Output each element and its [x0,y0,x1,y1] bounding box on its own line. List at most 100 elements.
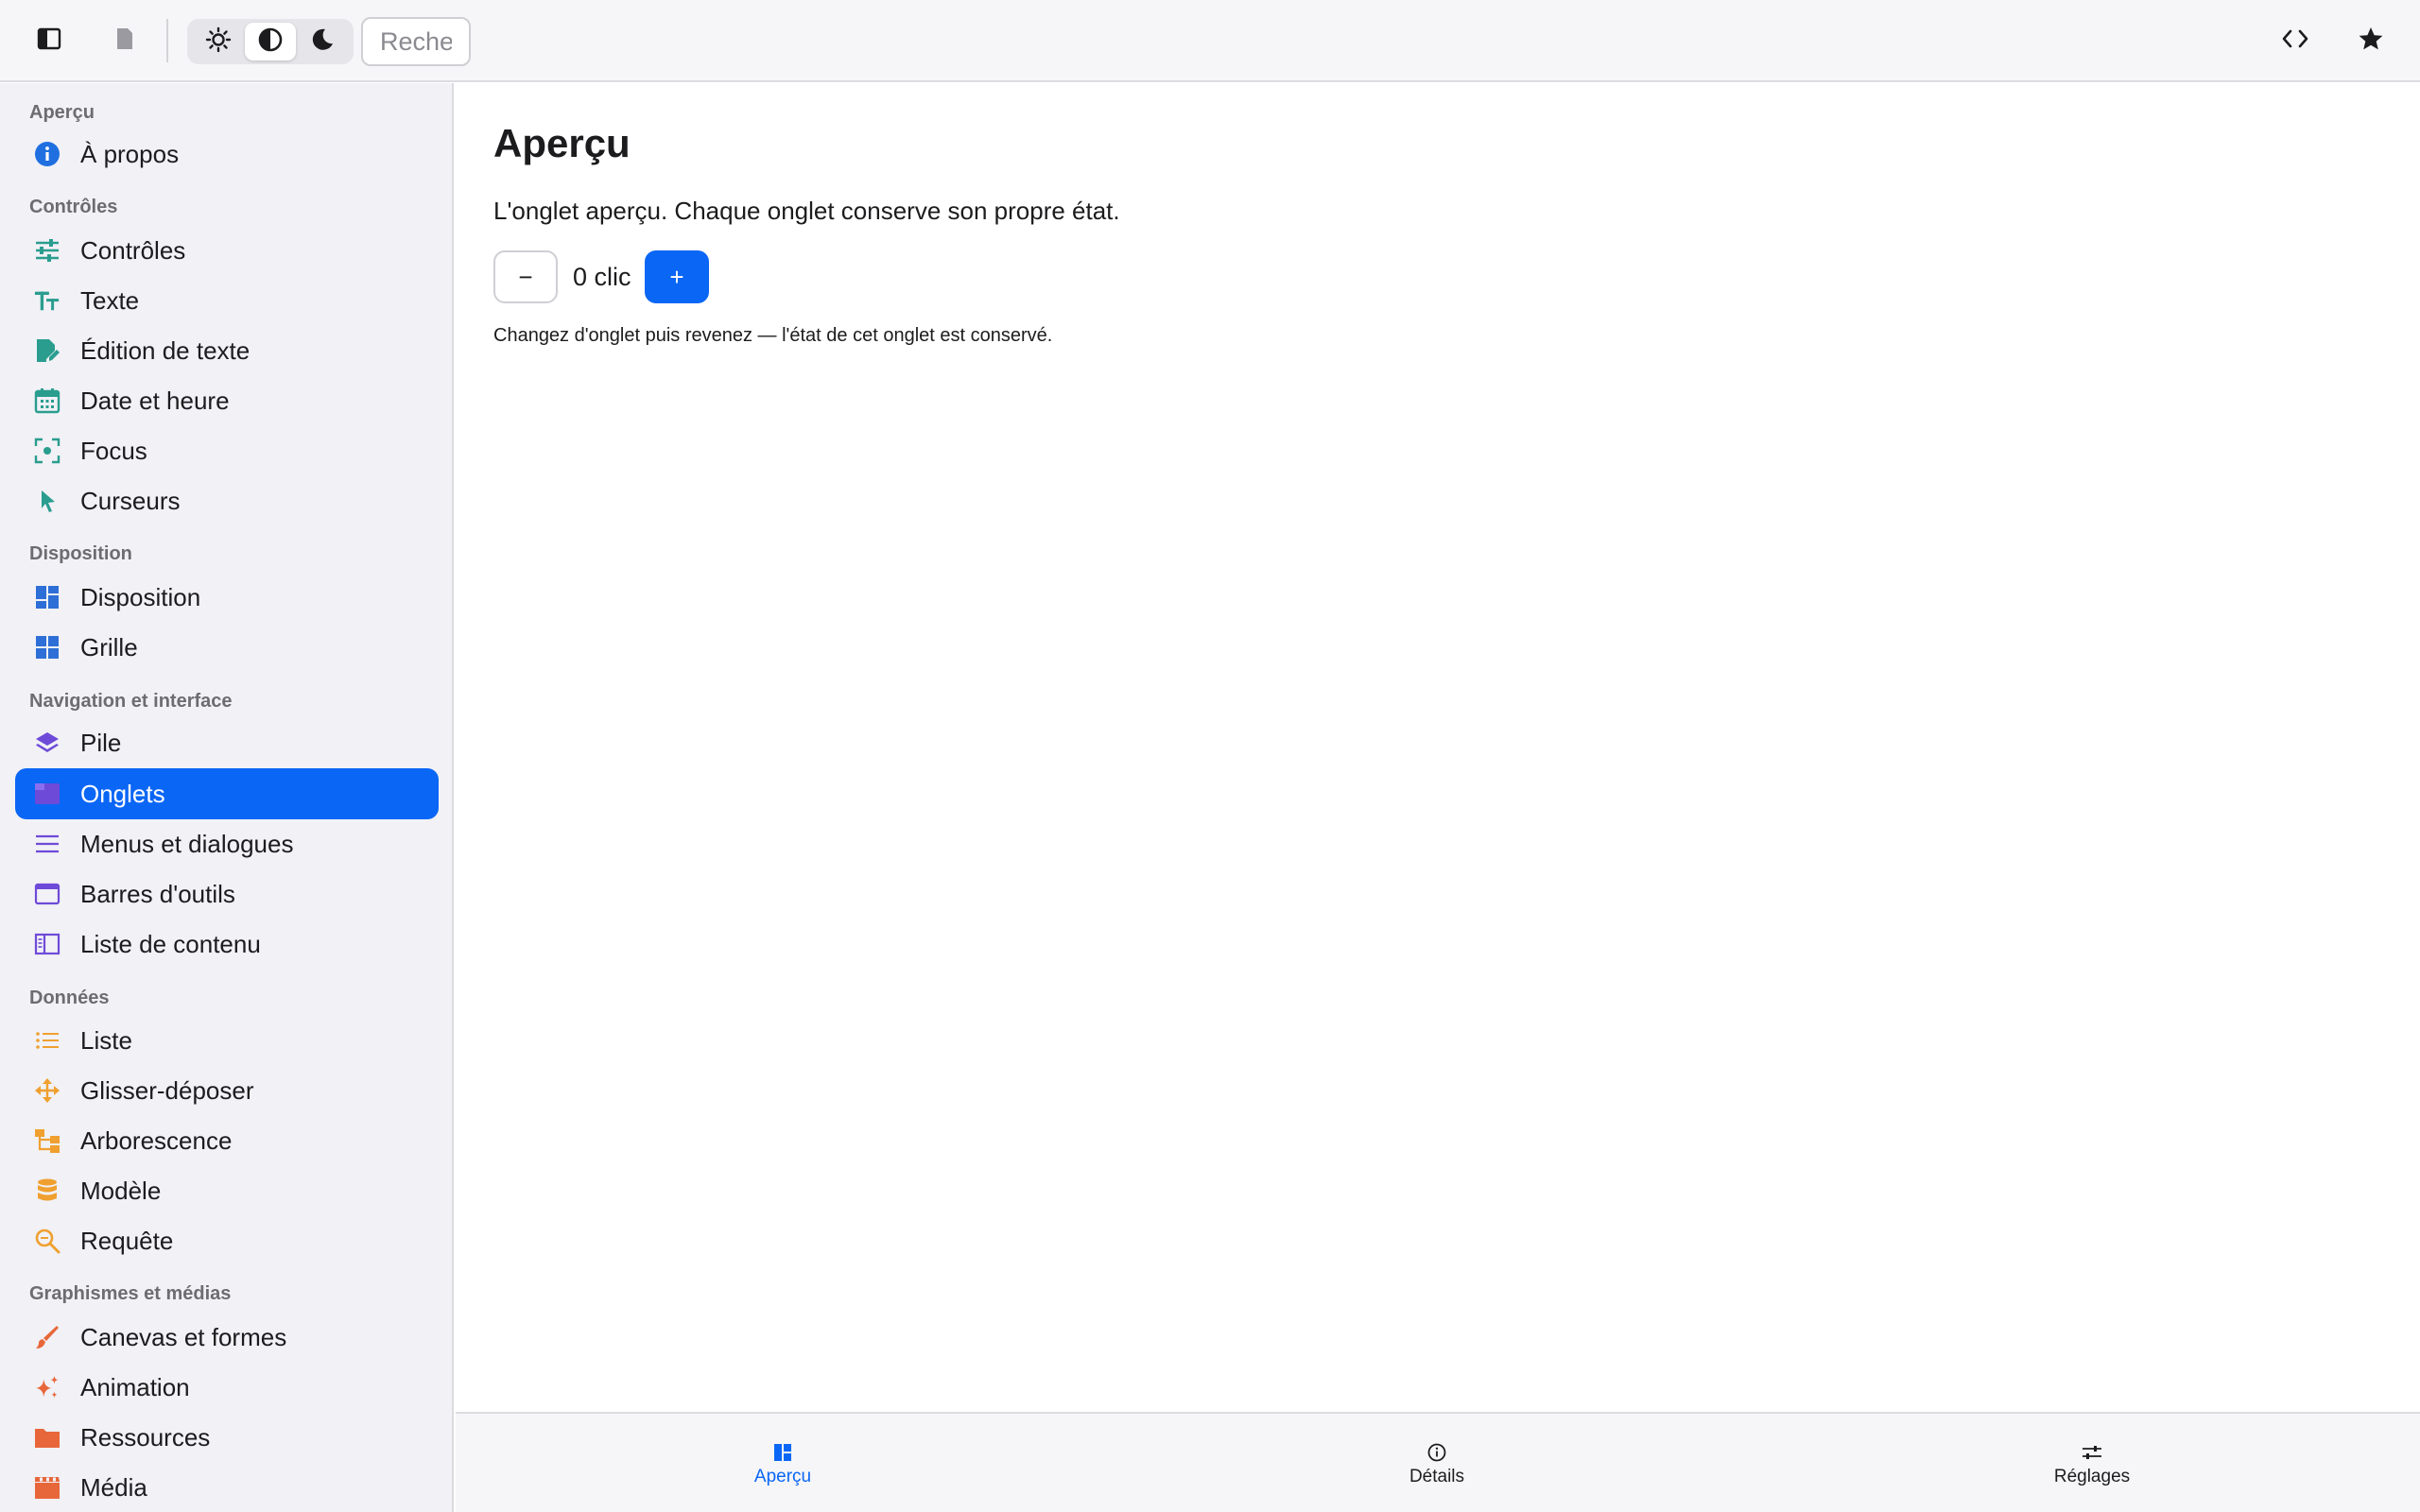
sidebar-item-label: Requête [80,1227,174,1255]
view-code-button[interactable] [2271,17,2320,64]
sparkles-icon [34,1374,60,1400]
decrement-button[interactable]: − [493,250,558,303]
sidebar-item-label: Grille [80,633,138,662]
sidebar-item-label: Curseurs [80,487,181,515]
sidebar-item-canevas-et-formes[interactable]: Canevas et formes [15,1312,439,1363]
sidebar-item-disposition[interactable]: Disposition [15,572,439,623]
sidebar-item-label: Focus [80,437,147,465]
sidebar-item-media[interactable]: Média [15,1462,439,1512]
theme-auto-option[interactable] [245,23,296,60]
sidebar-section-navigation: Navigation et interface [29,691,233,712]
sidebar-item-focus[interactable]: Focus [15,425,439,476]
film-icon [34,1474,60,1501]
sliders-icon [34,237,60,264]
tab-apercu[interactable]: Aperçu [456,1414,1110,1512]
sidebar-item-label: Liste [80,1026,132,1055]
tab-label: Réglages [2053,1467,2131,1486]
sidebar-item-liste-de-contenu[interactable]: Liste de contenu [15,919,439,970]
sidebar-item-barres-d-outils[interactable]: Barres d'outils [15,868,439,919]
sidebar-item-label: À propos [80,140,180,168]
sidebar-item-label: Ressources [80,1423,211,1452]
focus-icon [34,438,60,464]
list-icon [34,1027,60,1054]
theme-light-option[interactable] [193,23,244,60]
search-input[interactable] [361,17,471,66]
sidebar-item-grille[interactable]: Grille [15,622,439,673]
info-circle-icon [1426,1442,1447,1463]
database-icon [34,1177,60,1204]
tab-label: Aperçu [753,1467,812,1486]
toolbar-divider [166,19,168,62]
sidebar-item-animation[interactable]: Animation [15,1362,439,1413]
tab-reglages[interactable]: Réglages [1765,1414,2419,1512]
sidebar-item-curseurs[interactable]: Curseurs [15,475,439,526]
sidebar-section-donnees: Données [29,988,110,1008]
sidebar-item-label: Menus et dialogues [80,830,294,858]
sidebar-list-icon [34,931,60,957]
search-zoom-icon [34,1228,60,1254]
sidebar-toggle-button[interactable] [25,17,74,64]
sidebar-item-menus-et-dialogues[interactable]: Menus et dialogues [15,818,439,869]
sidebar-section-graphismes: Graphismes et médias [29,1283,232,1304]
sidebar-item-onglets[interactable]: Onglets [15,768,439,819]
document-button[interactable] [100,17,149,64]
sidebar-item-texte[interactable]: Texte [15,275,439,326]
sidebar-item-date-et-heure[interactable]: Date et heure [15,375,439,426]
sidebar-item-edition-de-texte[interactable]: Édition de texte [15,325,439,376]
menu-icon [34,831,60,857]
bottom-tab-bar: Aperçu Détails Réglages [456,1412,2420,1512]
sidebar-item-label: Disposition [80,583,201,611]
info-icon [34,141,60,167]
sidebar-icon [37,27,61,55]
sidebar-item-arborescence[interactable]: Arborescence [15,1115,439,1166]
layout-icon [34,584,60,610]
sidebar-item-liste[interactable]: Liste [15,1015,439,1066]
edit-document-icon [34,337,60,364]
calendar-icon [34,387,60,414]
sidebar-item-label: Canevas et formes [80,1323,287,1351]
code-icon [2281,28,2309,54]
sidebar-item-requete[interactable]: Requête [15,1215,439,1266]
settings-sliders-icon [2082,1442,2102,1463]
folder-icon [34,1424,60,1451]
tab-details[interactable]: Détails [1110,1414,1764,1512]
top-toolbar [0,0,2420,82]
sidebar-item-ressources[interactable]: Ressources [15,1412,439,1463]
sun-icon [205,26,232,58]
sidebar-item-label: Glisser-déposer [80,1076,254,1105]
sidebar-item-a-propos[interactable]: À propos [15,129,439,180]
favorite-button[interactable] [2346,17,2395,64]
sidebar-item-label: Onglets [80,780,165,808]
page-description: L'onglet aperçu. Chaque onglet conserve … [493,197,1120,225]
increment-button[interactable]: + [645,250,709,303]
sidebar-item-controles[interactable]: Contrôles [15,225,439,276]
star-icon [2358,26,2384,57]
moon-icon [310,27,335,57]
sidebar-item-pile[interactable]: Pile [15,717,439,768]
state-hint: Changez d'onglet puis revenez — l'état d… [493,325,1053,346]
sidebar-item-label: Liste de contenu [80,930,261,958]
sidebar-item-label: Pile [80,729,122,757]
grid-icon [34,634,60,661]
sidebar-item-label: Contrôles [80,236,186,265]
sidebar-item-glisser-deposer[interactable]: Glisser-déposer [15,1065,439,1116]
brush-icon [34,1324,60,1350]
sidebar-item-label: Média [80,1473,147,1502]
theme-switcher [187,19,354,64]
click-count: 0 clic [573,263,631,291]
theme-dark-option[interactable] [297,23,348,60]
sidebar-item-label: Édition de texte [80,336,251,365]
sidebar-item-label: Texte [80,286,140,315]
tab-label: Détails [1409,1467,1465,1486]
sidebar: Aperçu À propos Contrôles Contrôles Text… [0,83,454,1512]
sidebar-item-modele[interactable]: Modèle [15,1165,439,1216]
cursor-icon [34,488,60,514]
sidebar-section-controles: Contrôles [29,197,118,217]
sidebar-section-apercu: Aperçu [29,102,95,123]
document-icon [115,26,134,56]
toolbar-icon [34,881,60,907]
sidebar-section-disposition: Disposition [29,543,132,564]
text-size-icon [34,287,60,314]
sidebar-item-label: Animation [80,1373,190,1401]
page-title: Aperçu [493,121,631,165]
